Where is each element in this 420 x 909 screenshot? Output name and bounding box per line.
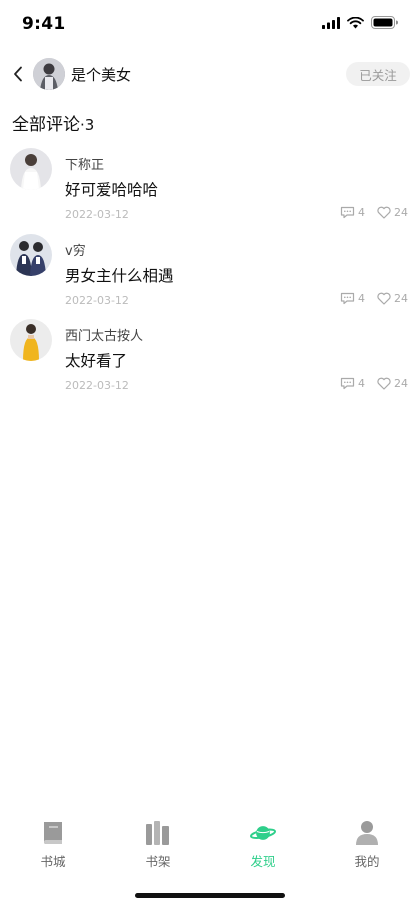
commenter-avatar[interactable] — [10, 319, 52, 361]
commenter-avatar[interactable] — [10, 148, 52, 190]
tab-label: 书架 — [145, 854, 171, 869]
commenter-name: 西门太古按人 — [65, 329, 144, 344]
comment-count: ·3 — [80, 116, 95, 134]
tab-label: 发现 — [250, 854, 276, 869]
home-indicator — [135, 893, 285, 898]
chevron-left-icon — [14, 66, 22, 82]
battery-icon — [371, 16, 398, 29]
wifi-icon — [347, 16, 364, 28]
comment-date: 2022-03-12 — [65, 208, 129, 221]
like-count: 24 — [394, 377, 408, 390]
comment-text: 男女主什么相遇 — [65, 267, 174, 285]
comment-stats: 4 24 — [340, 292, 408, 305]
tab-label: 书城 — [40, 854, 66, 869]
planet-icon — [250, 820, 276, 846]
section-title: 全部评论·3 — [12, 110, 94, 135]
status-bar: 9:41 — [0, 0, 420, 48]
comment-item: 西门太古按人 太好看了 2022-03-12 4 24 — [0, 319, 420, 405]
comment-bubble-icon — [340, 206, 355, 219]
tab-bookshelf[interactable]: 书架 — [123, 820, 193, 876]
follow-button[interactable]: 已关注 — [346, 62, 410, 86]
tab-label: 我的 — [354, 854, 380, 869]
commenter-name: 下称正 — [65, 158, 105, 173]
book-icon — [40, 820, 66, 846]
tab-bookstore[interactable]: 书城 — [18, 820, 88, 876]
like-button[interactable]: 24 — [377, 377, 408, 390]
tab-discover[interactable]: 发现 — [228, 820, 298, 876]
status-icons — [322, 16, 398, 29]
comment-bubble-icon — [340, 377, 355, 390]
author-name: 是个美女 — [71, 66, 132, 84]
comment-text: 太好看了 — [65, 352, 128, 370]
comment-text: 好可爱哈哈哈 — [65, 181, 159, 199]
comment-bubble-icon — [340, 292, 355, 305]
person-icon — [354, 820, 380, 846]
commenter-avatar[interactable] — [10, 234, 52, 276]
like-button[interactable]: 24 — [377, 292, 408, 305]
tab-profile[interactable]: 我的 — [332, 820, 402, 876]
like-count: 24 — [394, 206, 408, 219]
reply-button[interactable]: 4 — [340, 206, 365, 219]
reply-button[interactable]: 4 — [340, 292, 365, 305]
comment-date: 2022-03-12 — [65, 294, 129, 307]
comment-item: 下称正 好可爱哈哈哈 2022-03-12 4 24 — [0, 148, 420, 234]
author-avatar[interactable] — [33, 58, 65, 90]
comment-stats: 4 24 — [340, 377, 408, 390]
heart-icon — [377, 206, 391, 219]
like-button[interactable]: 24 — [377, 206, 408, 219]
status-time: 9:41 — [22, 14, 66, 34]
section-title-text: 全部评论 — [12, 115, 80, 135]
reply-count: 4 — [358, 377, 365, 390]
commenter-name: v穷 — [65, 244, 86, 259]
comment-stats: 4 24 — [340, 206, 408, 219]
heart-icon — [377, 377, 391, 390]
reply-count: 4 — [358, 292, 365, 305]
like-count: 24 — [394, 292, 408, 305]
heart-icon — [377, 292, 391, 305]
bottom-tab-bar: 书城 书架 发现 我的 — [0, 820, 420, 876]
comment-date: 2022-03-12 — [65, 379, 129, 392]
reply-button[interactable]: 4 — [340, 377, 365, 390]
back-button[interactable] — [6, 60, 30, 88]
nav-header: 是个美女 已关注 — [0, 54, 420, 94]
bookshelf-icon — [145, 820, 171, 846]
comment-item: v穷 男女主什么相遇 2022-03-12 4 24 — [0, 234, 420, 320]
signal-icon — [322, 16, 340, 29]
reply-count: 4 — [358, 206, 365, 219]
